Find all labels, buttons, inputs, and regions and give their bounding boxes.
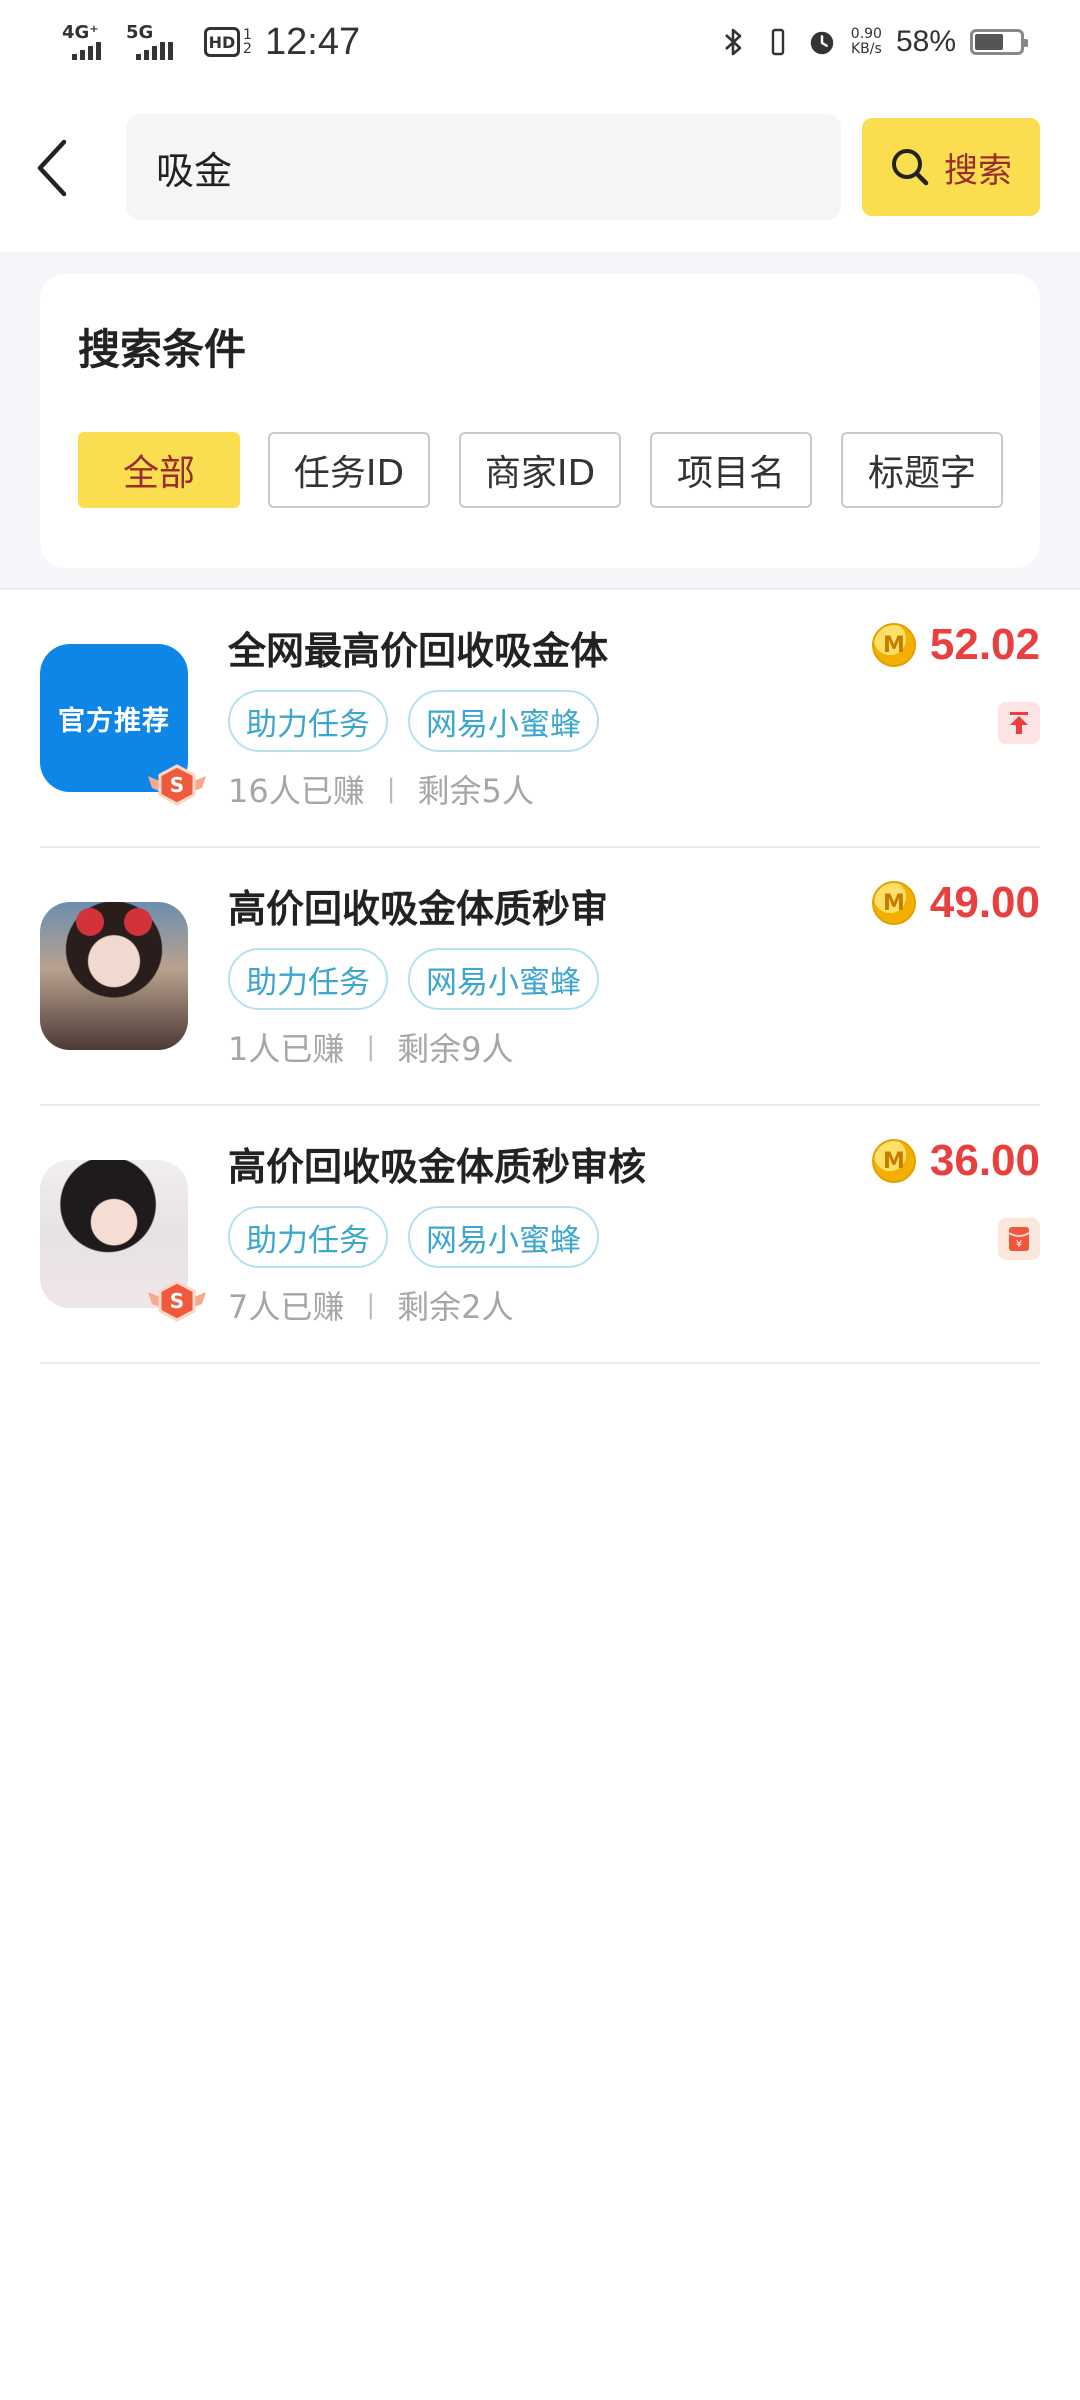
status-right: 0.90 KB/s 58% [719,18,1028,66]
battery-fill [975,34,1003,50]
reward-amount: 52.02 [929,620,1040,669]
earned-count: 7人已赚 [228,1288,345,1326]
task-reward: M 49.00 [871,878,1040,928]
chevron-left-icon [37,139,67,197]
filter-title: 搜索条件 [78,325,247,374]
coin-icon: M [871,1139,916,1183]
task-tags: 助力任务 网易小蜜蜂 [228,690,599,752]
reward-amount: 36.00 [929,1136,1040,1185]
red-envelope-icon: ¥ [998,1218,1040,1260]
reward-amount: 49.00 [929,878,1040,927]
filter-chip-project-name[interactable]: 项目名 [650,432,812,508]
bluetooth-icon [719,25,749,59]
red-envelope-glyph: ¥ [1016,1239,1022,1250]
signal-5g-icon: 5G [126,20,190,64]
filter-chip-all[interactable]: 全部 [78,432,240,508]
hd-voice-icon: HD [204,27,240,57]
task-title: 全网最高价回收吸金体 [228,629,609,673]
remaining-count: 剩余5人 [417,772,534,810]
search-box[interactable] [126,114,841,220]
hd-sim-index: 1 2 [243,27,252,57]
vibrate-icon [763,25,793,59]
task-tags: 助力任务 网易小蜜蜂 [228,948,599,1010]
remaining-count: 剩余9人 [397,1030,514,1068]
clock: 12:47 [265,20,361,63]
back-button[interactable] [22,130,82,206]
battery-percent: 58% [895,25,956,58]
task-item[interactable]: 高价回收吸金体质秒审 助力任务 网易小蜜蜂 1人已赚 | 剩余9人 M 49.0… [40,848,1040,1106]
task-stats: 16人已赚 | 剩余5人 [228,766,534,812]
filter-chip-task-id[interactable]: 任务ID [268,432,430,508]
task-tags: 助力任务 网易小蜜蜂 [228,1206,599,1268]
pin-top-icon [998,702,1040,744]
task-reward: M 52.02 [871,620,1040,670]
task-tag: 助力任务 [228,1206,388,1268]
task-item[interactable]: S 高价回收吸金体质秒审核 助力任务 网易小蜜蜂 7人已赚 | 剩余2人 M 3… [40,1106,1040,1364]
alarm-icon [807,25,837,59]
task-tag: 网易小蜜蜂 [408,690,599,752]
earned-count: 16人已赚 [228,772,365,810]
official-recommend-label: 官方推荐 [58,705,170,737]
filter-chip-title-keyword[interactable]: 标题字 [841,432,1003,508]
vip-s-badge-letter: S [170,773,184,797]
stats-separator: | [386,774,396,804]
search-header: 搜索 [0,84,1080,252]
vip-s-badge-letter: S [170,1289,184,1313]
task-item[interactable]: 官方推荐 S 全网最高价回收吸金体 助力任务 网易小蜜蜂 16人已赚 | 剩余5… [40,590,1040,848]
status-left: 4G⁺ 5G HD 1 2 12:47 [62,18,360,66]
task-title: 高价回收吸金体质秒审核 [228,1145,647,1189]
coin-icon: M [871,881,916,925]
network-type-label-5g: 5G [126,22,154,43]
task-tag: 助力任务 [228,948,388,1010]
vip-s-badge-icon: S [148,764,206,806]
coin-icon: M [871,623,916,667]
task-stats: 7人已赚 | 剩余2人 [228,1282,514,1328]
search-input[interactable] [154,114,814,220]
network-type-label: 4G⁺ [62,22,99,43]
network-speed-unit: KB/s [850,41,882,57]
task-tag: 助力任务 [228,690,388,752]
task-tag: 网易小蜜蜂 [408,948,599,1010]
task-thumbnail [40,902,188,1050]
task-title: 高价回收吸金体质秒审 [228,887,609,931]
signal-4g-icon: 4G⁺ [62,20,126,64]
status-bar: 4G⁺ 5G HD 1 2 12:47 0.90 KB/s 58% [0,0,1080,84]
search-button-label: 搜索 [944,150,1012,191]
search-button[interactable]: 搜索 [862,118,1040,216]
network-speed-value: 0.90 [850,26,882,42]
search-icon [892,149,929,186]
earned-count: 1人已赚 [228,1030,345,1068]
task-reward: M 36.00 [871,1136,1040,1186]
stats-separator: | [366,1290,376,1320]
filter-chip-merchant-id[interactable]: 商家ID [459,432,621,508]
vip-s-badge-icon: S [148,1280,206,1322]
battery-icon [970,29,1028,55]
stats-separator: | [366,1032,376,1062]
task-stats: 1人已赚 | 剩余9人 [228,1024,514,1070]
filter-card: 搜索条件 全部 任务ID 商家ID 项目名 标题字 [40,274,1040,568]
remaining-count: 剩余2人 [397,1288,514,1326]
task-tag: 网易小蜜蜂 [408,1206,599,1268]
network-speed: 0.90 KB/s [851,27,882,57]
